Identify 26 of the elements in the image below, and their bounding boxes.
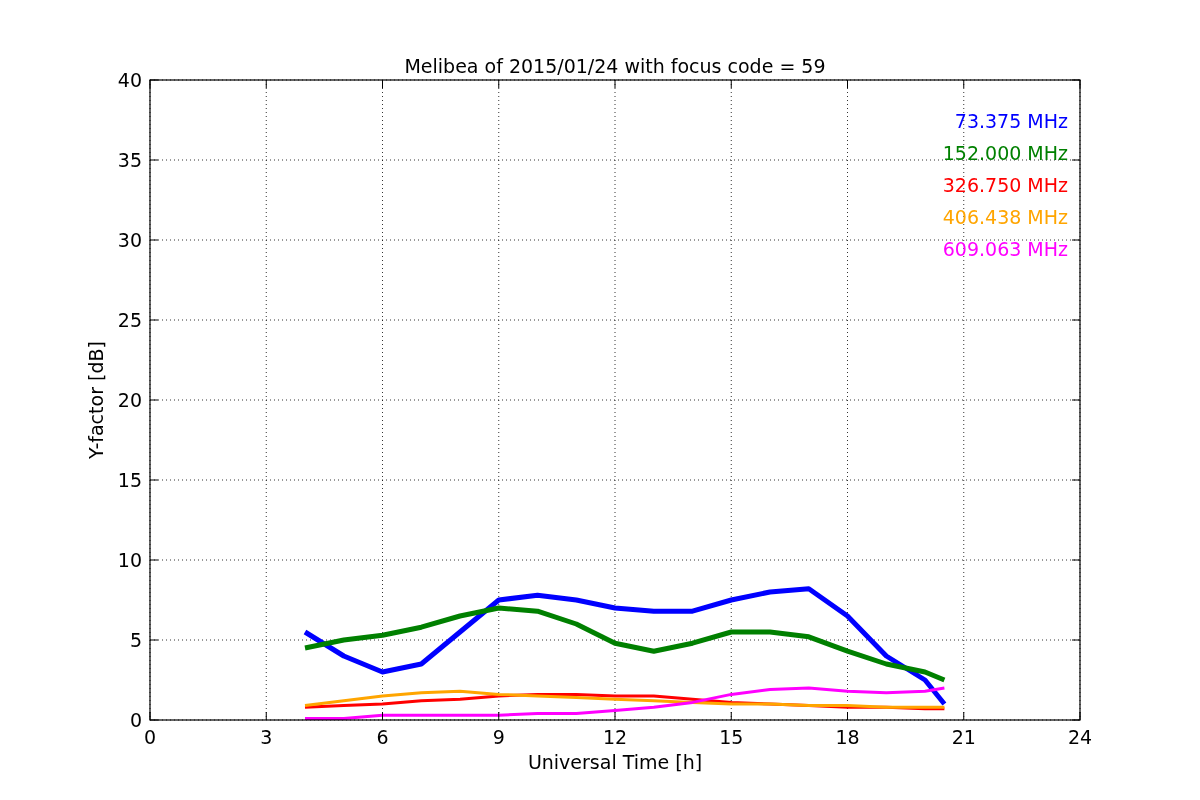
tick-label: 3 <box>260 726 273 748</box>
tick-label: 12 <box>602 726 628 748</box>
tick-label: 10 <box>117 549 142 571</box>
tick-label: 15 <box>719 726 744 748</box>
legend-label: 152.000 MHz <box>942 142 1068 164</box>
tick-label: 0 <box>129 709 142 731</box>
legend-label: 73.375 MHz <box>954 110 1068 132</box>
tick-label: 6 <box>376 726 389 748</box>
tick-label: 30 <box>117 229 142 251</box>
chart-title: Melibea of 2015/01/24 with focus code = 59 <box>404 55 826 77</box>
tick-label: 9 <box>492 726 505 748</box>
tick-label: 21 <box>951 726 976 748</box>
legend-label: 609.063 MHz <box>942 238 1068 260</box>
tick-label: 25 <box>117 309 142 331</box>
legend-label: 326.750 MHz <box>942 174 1068 196</box>
axis-label: Y-factor [dB] <box>85 341 107 459</box>
tick-label: 5 <box>129 629 142 651</box>
tick-label: 18 <box>835 726 860 748</box>
tick-label: 35 <box>117 149 142 171</box>
tick-label: 20 <box>117 389 142 411</box>
axis-label: Universal Time [h] <box>527 751 703 773</box>
tick-label: 15 <box>117 469 142 491</box>
tick-label: 0 <box>143 726 157 748</box>
tick-label: 40 <box>117 69 142 91</box>
tick-label: 24 <box>1067 726 1093 748</box>
legend-label: 406.438 MHz <box>942 206 1068 228</box>
